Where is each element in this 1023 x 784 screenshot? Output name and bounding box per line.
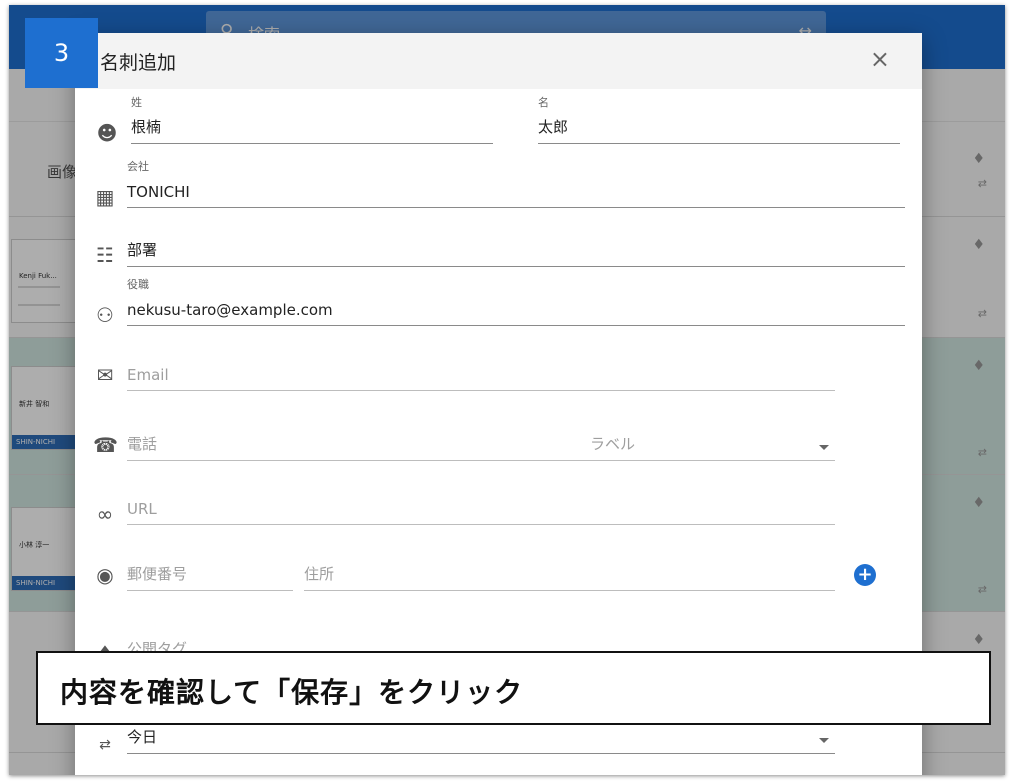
job-title-value: nekusu-taro@example.com <box>127 301 333 319</box>
exchange-date-select[interactable]: 今日 <box>127 721 835 754</box>
address-placeholder: 住所 <box>304 565 335 583</box>
company-field[interactable]: 会社 TONICHI <box>127 160 905 208</box>
step-number-badge: 3 <box>25 18 98 88</box>
phone-label-placeholder: ラベル <box>590 435 636 453</box>
person-icon: ☻ <box>96 121 118 145</box>
instruction-callout: 内容を確認して「保存」をクリック <box>36 651 991 725</box>
url-placeholder: URL <box>127 500 157 518</box>
first-name-value: 太郎 <box>538 118 569 136</box>
building-icon: ▦ <box>95 185 115 209</box>
phone-icon: ☎ <box>93 433 118 457</box>
postal-code-field[interactable]: 郵便番号 <box>127 558 293 591</box>
first-name-field[interactable]: 名 太郎 <box>538 96 900 144</box>
email-field[interactable]: Email <box>127 358 835 391</box>
org-chart-icon: ☷ <box>96 243 114 267</box>
job-title-label: 役職 <box>127 278 149 291</box>
company-value: TONICHI <box>127 183 190 201</box>
address-field[interactable]: 住所 <box>304 558 835 591</box>
first-name-label: 名 <box>538 96 549 109</box>
phone-field[interactable]: 電話 <box>127 428 577 461</box>
badge-icon: ⚇ <box>96 303 114 327</box>
job-title-field[interactable]: 役職 nekusu-taro@example.com <box>127 278 905 326</box>
exchange-date-value: 今日 <box>127 728 158 746</box>
add-address-button[interactable]: + <box>854 564 876 586</box>
department-placeholder: 部署 <box>127 241 158 259</box>
location-pin-icon: ◉ <box>96 563 114 587</box>
email-placeholder: Email <box>127 366 169 384</box>
phone-label-select[interactable]: ラベル <box>577 428 835 461</box>
company-label: 会社 <box>127 160 149 173</box>
url-field[interactable]: URL <box>127 492 835 525</box>
dialog-header: 名刺追加 × <box>75 33 922 89</box>
close-icon[interactable]: × <box>870 45 890 73</box>
chevron-down-icon <box>819 738 829 743</box>
last-name-label: 姓 <box>131 96 142 109</box>
link-icon: ∞ <box>96 502 114 526</box>
mail-icon: ✉ <box>96 363 114 387</box>
last-name-value: 根楠 <box>131 118 162 136</box>
chevron-down-icon <box>819 445 829 450</box>
last-name-field[interactable]: 姓 根楠 <box>131 96 493 144</box>
postal-code-placeholder: 郵便番号 <box>127 565 188 583</box>
dialog-title: 名刺追加 <box>100 52 177 74</box>
phone-placeholder: 電話 <box>127 435 158 453</box>
instruction-text: 内容を確認して「保存」をクリック <box>60 676 524 709</box>
department-field[interactable]: 部署 <box>127 234 905 267</box>
exchange-icon: ⇄ <box>99 737 111 753</box>
